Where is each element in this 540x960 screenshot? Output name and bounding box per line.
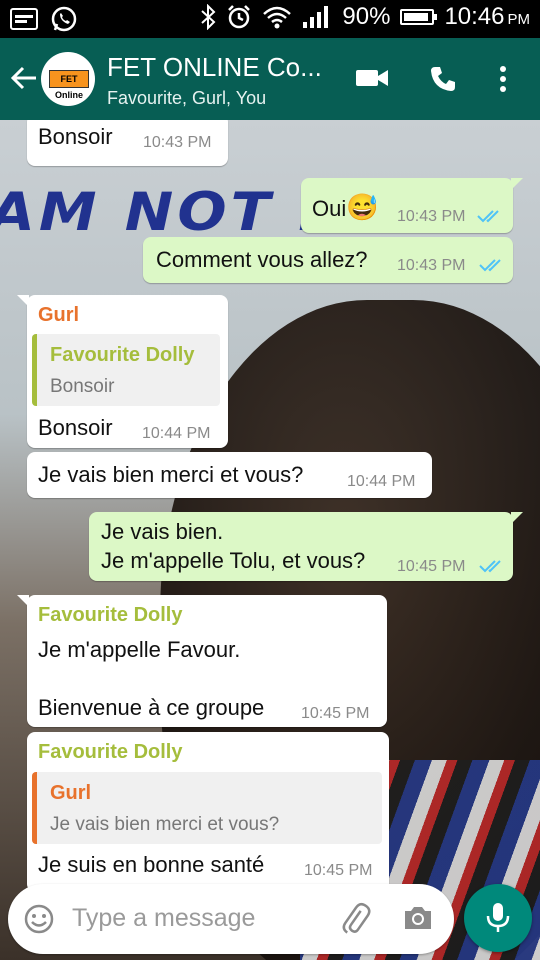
- message-time: 10:45 PM: [397, 558, 466, 575]
- chat-header: FET Online FET ONLINE Co... Favourite, G…: [0, 38, 540, 120]
- message-text: Oui😅: [312, 192, 379, 223]
- quoted-text: Je vais bien merci et vous?: [50, 814, 280, 835]
- message-time: 10:43 PM: [143, 134, 212, 151]
- message-bubble-incoming[interactable]: Gurl Favourite Dolly Bonsoir Bonsoir 10:…: [17, 295, 228, 448]
- message-text: Bonsoir: [38, 415, 113, 440]
- bluetooth-icon: [201, 4, 216, 30]
- sender-name: Favourite Dolly: [38, 604, 183, 626]
- message-bubble-incoming[interactable]: Favourite Dolly Gurl Je vais bien merci …: [27, 732, 389, 892]
- read-receipt-icon: [479, 560, 501, 573]
- message-time: 10:43 PM: [397, 208, 466, 225]
- voice-call-icon[interactable]: [428, 64, 458, 94]
- message-time: 10:43 PM: [397, 257, 466, 274]
- more-options-icon[interactable]: [498, 64, 508, 94]
- sweat-smile-emoji: 😅: [346, 192, 379, 222]
- clock-ampm: PM: [507, 11, 531, 28]
- message-time: 10:45 PM: [301, 705, 370, 722]
- sender-name: Gurl: [38, 304, 80, 326]
- read-receipt-icon: [479, 259, 501, 272]
- group-members[interactable]: Favourite, Gurl, You: [107, 88, 266, 109]
- message-bubble-incoming[interactable]: Favourite Dolly Je m'appelle Favour. Bie…: [17, 595, 387, 727]
- message-text: Je vais bien merci et vous?: [38, 462, 304, 487]
- video-call-icon[interactable]: [354, 64, 390, 92]
- emoji-icon[interactable]: [24, 904, 54, 934]
- group-avatar[interactable]: FET Online: [41, 52, 95, 106]
- group-name[interactable]: FET ONLINE Co...: [107, 52, 337, 83]
- signal-icon: [303, 6, 329, 28]
- quoted-message[interactable]: Gurl Je vais bien merci et vous?: [32, 772, 382, 844]
- read-receipt-icon: [477, 210, 499, 223]
- chat-area[interactable]: AM NOT MY ... Bonsoir 10:43 PM Oui😅 10:4…: [0, 120, 540, 960]
- message-bubble-outgoing[interactable]: Je vais bien. Je m'appelle Tolu, et vous…: [89, 512, 523, 581]
- quote-bar: [32, 334, 37, 406]
- battery-percentage: 90%: [342, 3, 391, 30]
- message-time: 10:45 PM: [304, 862, 373, 879]
- wifi-icon: [263, 6, 292, 29]
- status-bar: 90% 10:46 PM: [0, 0, 540, 38]
- quoted-sender: Gurl: [50, 782, 92, 804]
- gallery-notification-icon: [10, 8, 38, 30]
- message-text: Je suis en bonne santé: [38, 852, 265, 877]
- clock: 10:46 PM: [444, 3, 530, 31]
- attach-icon[interactable]: [338, 902, 372, 936]
- message-bubble-outgoing[interactable]: Comment vous allez? 10:43 PM: [143, 237, 513, 283]
- voice-record-button[interactable]: [464, 884, 532, 952]
- microphone-icon: [486, 903, 510, 932]
- message-text: Bonsoir: [38, 124, 113, 149]
- message-composer[interactable]: Type a message: [8, 884, 454, 954]
- message-text-body: Oui: [312, 196, 347, 221]
- quoted-text: Bonsoir: [50, 376, 115, 397]
- message-bubble-outgoing[interactable]: Oui😅 10:43 PM: [301, 178, 523, 233]
- message-text-line2: Bienvenue à ce groupe: [38, 695, 265, 720]
- message-bubble-incoming[interactable]: Je vais bien merci et vous? 10:44 PM: [27, 452, 432, 498]
- message-bubble-incoming[interactable]: Bonsoir 10:43 PM: [27, 120, 228, 166]
- message-text-line1: Je m'appelle Favour.: [38, 637, 241, 662]
- message-input[interactable]: Type a message: [72, 904, 255, 933]
- battery-icon: [400, 9, 438, 25]
- quoted-sender: Favourite Dolly: [50, 344, 195, 366]
- whatsapp-notification-icon: [51, 6, 77, 32]
- message-text-line2: Je m'appelle Tolu, et vous?: [101, 548, 366, 573]
- camera-icon[interactable]: [402, 904, 434, 932]
- message-text-line1: Je vais bien.: [101, 519, 224, 544]
- sender-name: Favourite Dolly: [38, 741, 183, 763]
- group-avatar-logo: FET Online: [49, 70, 89, 100]
- alarm-icon: [228, 5, 251, 29]
- clock-time: 10:46: [444, 3, 505, 30]
- back-arrow-icon[interactable]: [10, 64, 38, 92]
- message-time: 10:44 PM: [347, 473, 416, 490]
- message-text: Comment vous allez?: [156, 247, 368, 272]
- quoted-message[interactable]: Favourite Dolly Bonsoir: [32, 334, 220, 406]
- quote-bar: [32, 772, 37, 844]
- message-time: 10:44 PM: [142, 425, 211, 442]
